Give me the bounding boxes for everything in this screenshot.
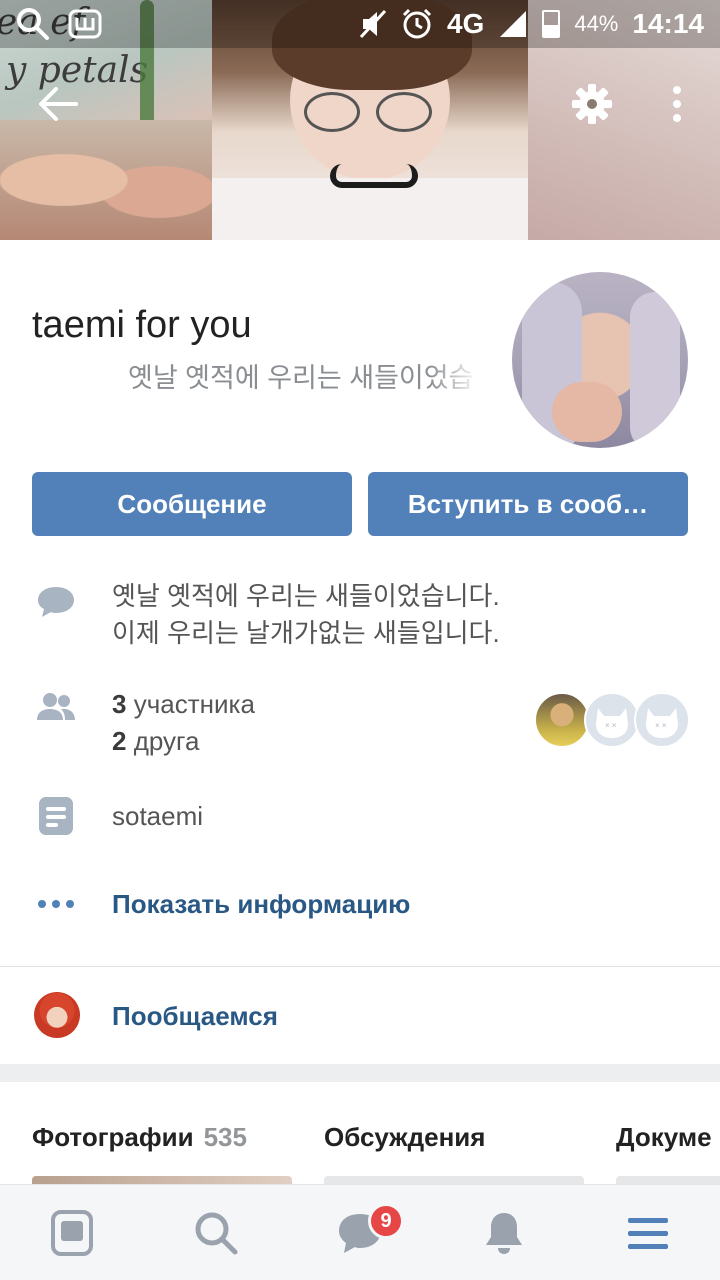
friends-count: 2 (112, 726, 127, 756)
avatar-hair (630, 292, 680, 448)
group-description: 옛날 옛적에 우리는 새들이었습니다. 이제 우리는 날개가없는 새들입니다. (112, 578, 500, 652)
divider (0, 966, 720, 967)
tab-photos[interactable]: Фотографии 535 (32, 1122, 247, 1153)
news-icon[interactable] (48, 1209, 96, 1257)
member-avatar-placeholder[interactable]: × × (584, 692, 640, 748)
tab-discussions[interactable]: Обсуждения (324, 1122, 485, 1153)
bottom-navigation (0, 1184, 720, 1280)
members-count: 3 (112, 689, 127, 719)
users-icon (37, 693, 75, 720)
battery-level (544, 25, 559, 36)
search-icon[interactable] (192, 1209, 240, 1257)
cover-painting (0, 120, 212, 240)
photos-count: 535 (203, 1122, 247, 1152)
member-avatars[interactable]: × × × × (534, 692, 694, 748)
dog-placeholder-icon: × × (646, 708, 678, 738)
photos-label: Фотографии (32, 1122, 194, 1152)
chat-avatar (34, 992, 80, 1038)
section-separator (0, 1064, 720, 1082)
tab-documents[interactable]: Докуме (616, 1122, 712, 1153)
back-button[interactable] (36, 84, 80, 124)
friends-label: друга (133, 726, 200, 756)
description-line: 이제 우리는 날개가없는 새들입니다. (112, 618, 500, 648)
comment-icon (38, 587, 74, 617)
battery-icon (542, 10, 561, 38)
settings-button[interactable] (570, 82, 614, 126)
back-arrow-icon (39, 87, 78, 121)
clock: 14:14 (632, 8, 704, 39)
battery-percent: 44% (574, 11, 619, 36)
more-dot-icon (673, 86, 681, 94)
member-avatar[interactable] (534, 692, 590, 748)
gear-icon (572, 84, 612, 124)
svg-text:× ×: × × (605, 721, 617, 730)
search-icon (17, 8, 49, 40)
cover-choker (330, 164, 418, 188)
message-button[interactable]: Сообщение (32, 472, 352, 536)
document-icon (39, 797, 73, 835)
messages-badge: 9 (368, 1203, 404, 1239)
alarm-icon (402, 8, 432, 39)
mute-icon (359, 9, 387, 39)
dog-placeholder-icon: × × (596, 708, 628, 738)
avatar-hand (552, 382, 622, 442)
more-horizontal-icon (38, 900, 74, 908)
description-line: 옛날 옛적에 우리는 새들이었습니다. (112, 581, 500, 611)
group-status: 옛날 옛적에 우리는 새들이었습 (128, 356, 480, 395)
more-options-button[interactable] (662, 82, 692, 126)
members-label: участника (133, 689, 255, 719)
group-avatar[interactable] (512, 272, 688, 448)
cover-glasses-left (304, 92, 360, 132)
group-name: taemi for you (32, 304, 252, 346)
signal-icon (500, 11, 527, 37)
status-bar: 4G 44% 14:14 (0, 0, 720, 48)
show-info-link[interactable]: Показать информацию (112, 886, 410, 923)
more-dot-icon (673, 100, 681, 108)
chat-link[interactable]: Пообщаемся (112, 998, 278, 1035)
join-community-button[interactable]: Вступить в сооб… (368, 472, 688, 536)
screen-name: sotaemi (112, 801, 204, 831)
member-avatar-placeholder[interactable]: × × (634, 692, 690, 748)
menu-icon[interactable] (624, 1209, 672, 1257)
vk-w-icon (68, 9, 102, 39)
more-dot-icon (673, 114, 681, 122)
cover-glasses-right (376, 92, 432, 132)
member-counts[interactable]: 3 участника 2 друга (112, 686, 255, 760)
network-type: 4G (446, 8, 485, 39)
notifications-icon[interactable] (480, 1209, 528, 1257)
svg-text:× ×: × × (655, 721, 667, 730)
